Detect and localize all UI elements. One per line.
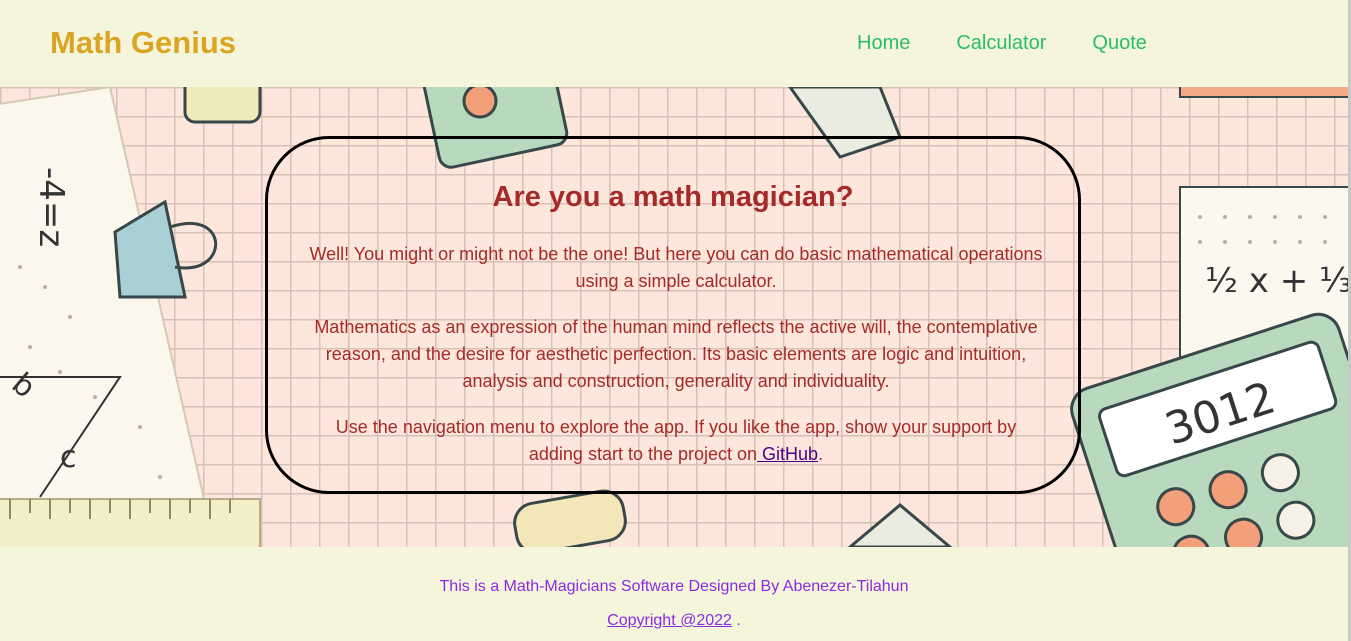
intro-card: Are you a math magician? Well! You might… xyxy=(265,136,1081,494)
intro-paragraph: Well! You might or might not be the one!… xyxy=(309,244,1043,291)
svg-text:c: c xyxy=(60,440,77,475)
main-nav: Home Calculator Quote xyxy=(857,32,1193,55)
brand-logo: Math Genius xyxy=(50,25,237,60)
page-title: Are you a math magician? xyxy=(492,181,854,213)
support-paragraph: Use the navigation menu to explore the a… xyxy=(308,414,1044,468)
header: Math Genius Home Calculator Quote xyxy=(0,0,1351,87)
footer-credit: This is a Math-Magicians Software Design… xyxy=(439,578,909,595)
handwritten-math-text: -4=z xyxy=(31,167,71,247)
github-link[interactable]: GitHub xyxy=(757,444,818,464)
hero-section: -4=z b c ½ x + ⅓ 3012 Are you a math mag… xyxy=(0,87,1348,547)
nav-home[interactable]: Home xyxy=(857,32,910,55)
quote-paragraph: Mathematics as an expression of the huma… xyxy=(314,317,1038,391)
copyright-link[interactable]: Copyright @2022 xyxy=(607,612,732,629)
support-text: Use the navigation menu to explore the a… xyxy=(335,417,1017,464)
footer-copyright: Copyright @2022 . xyxy=(0,612,1348,630)
fraction-text: ½ x + ⅓ xyxy=(1205,261,1348,301)
nav-calculator[interactable]: Calculator xyxy=(956,32,1046,55)
nav-quote[interactable]: Quote xyxy=(1092,32,1146,55)
copyright-suffix: . xyxy=(731,612,741,629)
support-suffix: . xyxy=(818,444,824,464)
footer: This is a Math-Magicians Software Design… xyxy=(0,547,1348,641)
